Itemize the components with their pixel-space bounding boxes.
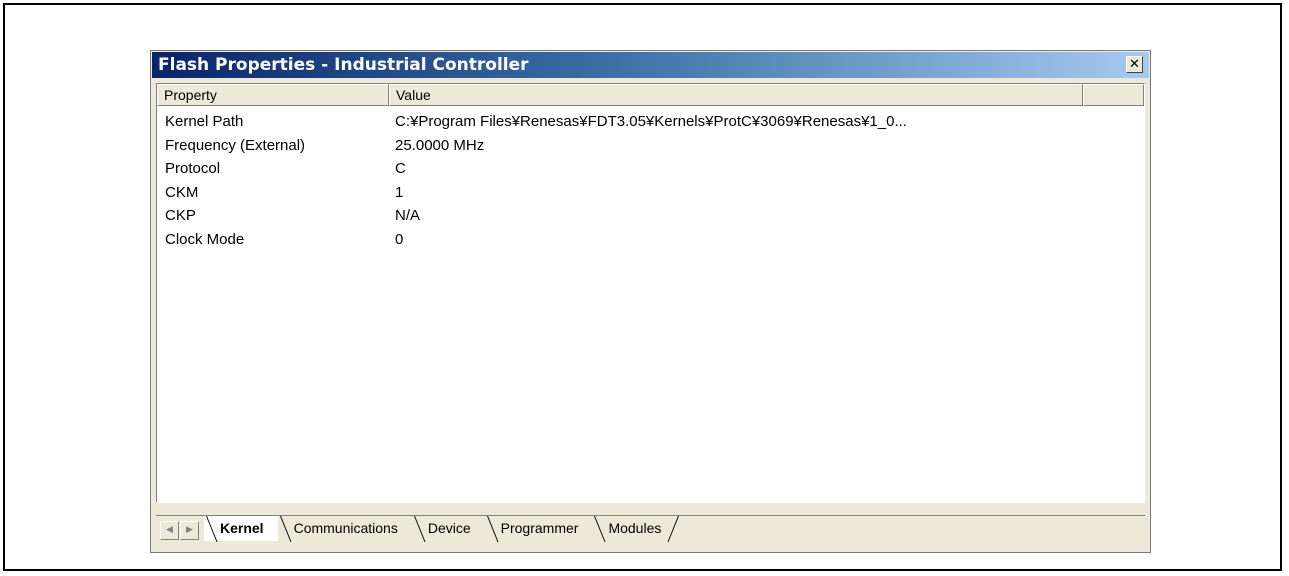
list-item[interactable]: CKM 1: [157, 181, 1144, 205]
list-item[interactable]: Protocol C: [157, 157, 1144, 181]
property-value: 1: [395, 183, 404, 201]
figure-frame: Flash Properties - Industrial Controller…: [3, 3, 1282, 571]
tab-scroll-right-button[interactable]: ▶: [180, 521, 199, 540]
property-value: 25.0000 MHz: [395, 136, 485, 154]
property-name: CKP: [165, 207, 196, 224]
property-name: Kernel Path: [165, 113, 244, 130]
tab-scroll-left-button[interactable]: ◀: [160, 521, 179, 540]
arrow-left-icon: ◀: [166, 525, 173, 535]
flash-properties-window: Flash Properties - Industrial Controller…: [150, 50, 1151, 553]
property-value: N/A: [395, 207, 421, 224]
property-value: C:¥Program Files¥Renesas¥FDT3.05¥Kernels…: [395, 113, 907, 130]
column-header-property[interactable]: Property: [157, 84, 389, 106]
window-title: Flash Properties - Industrial Controller: [158, 55, 529, 75]
tab-strip: Kernel Communications Device Programmer Modu…: [204, 516, 675, 546]
tab-device[interactable]: Device: [412, 516, 485, 541]
tab-modules[interactable]: Modules: [592, 516, 675, 541]
column-header-filler: [1083, 84, 1144, 106]
property-rows: Kernel Path C:¥Program Files¥Renesas¥FDT…: [157, 110, 1144, 251]
properties-list: Property Value Kernel Path C:¥Program Fi…: [156, 83, 1145, 503]
title-bar[interactable]: Flash Properties - Industrial Controller…: [152, 52, 1149, 78]
property-name: Frequency (External): [165, 136, 306, 154]
tab-bar: ◀ ▶ Kernel Communications Device Programmer…: [156, 515, 1145, 545]
close-button[interactable]: ✕: [1126, 56, 1143, 73]
close-icon: ✕: [1129, 57, 1140, 72]
tab-kernel[interactable]: Kernel: [204, 516, 278, 541]
property-name: CKM: [165, 183, 199, 201]
list-item[interactable]: Kernel Path C:¥Program Files¥Renesas¥FDT…: [157, 110, 1144, 134]
list-header: Property Value: [157, 84, 1144, 106]
property-value: 0: [395, 230, 404, 248]
tab-programmer[interactable]: Programmer: [485, 516, 593, 541]
property-name: Clock Mode: [165, 230, 245, 248]
list-item[interactable]: Frequency (External) 25.0000 MHz: [157, 134, 1144, 158]
property-value: C: [395, 160, 406, 177]
list-item[interactable]: CKP N/A: [157, 204, 1144, 228]
property-name: Protocol: [165, 160, 221, 177]
arrow-right-icon: ▶: [186, 525, 193, 535]
tab-communications[interactable]: Communications: [278, 516, 412, 541]
column-header-value[interactable]: Value: [389, 84, 1083, 106]
list-item[interactable]: Clock Mode 0: [157, 228, 1144, 252]
